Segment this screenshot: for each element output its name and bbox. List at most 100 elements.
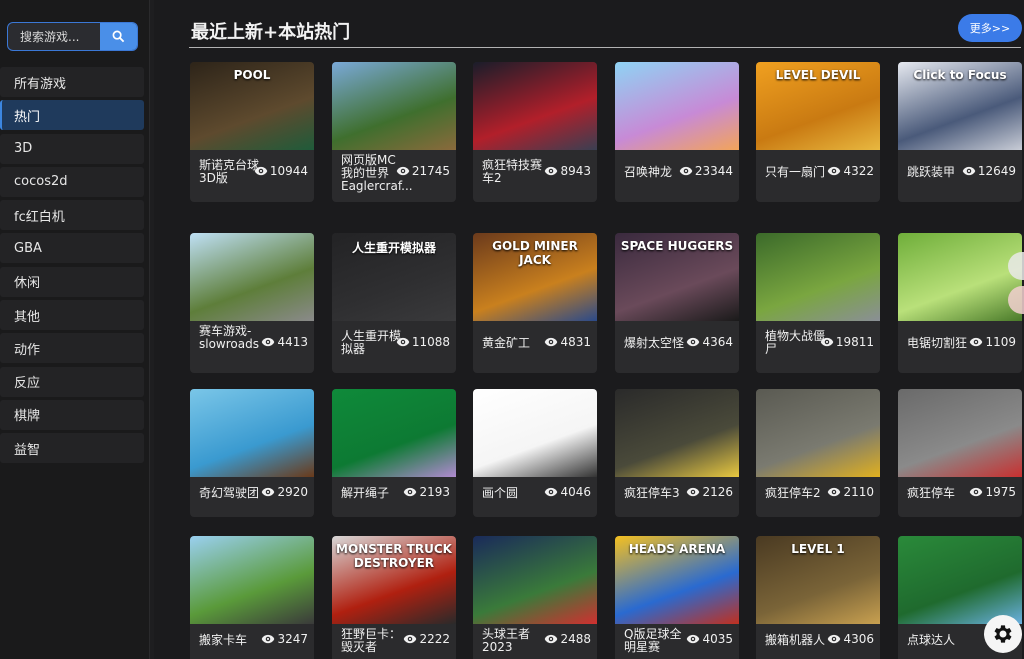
game-name[interactable]: 电锯切割狂 [907,337,969,350]
game-thumbnail[interactable] [756,233,880,321]
sidebar-item[interactable]: 3D [0,134,144,164]
sidebar-item[interactable]: 益智 [0,433,144,463]
game-name[interactable]: 头球王者2023 [482,628,544,654]
eye-icon [544,337,558,347]
game-name[interactable]: 黄金矿工 [482,337,544,350]
game-card[interactable]: 疯狂停车32126 [615,389,739,517]
game-name[interactable]: 疯狂特技赛车2 [482,159,544,185]
game-thumbnail[interactable] [190,233,314,321]
game-thumbnail[interactable]: GOLD MINER JACK [473,233,597,321]
game-thumbnail[interactable] [190,389,314,477]
game-name[interactable]: 人生重开模拟器 [341,330,403,356]
game-thumbnail[interactable] [898,233,1022,321]
game-thumbnail[interactable]: 人生重开模拟器 [332,233,456,321]
game-name[interactable]: 狂野巨卡：毁灭者 [341,628,403,654]
game-name[interactable]: 搬箱机器人 [765,634,827,647]
game-card[interactable]: 画个圆4046 [473,389,597,517]
game-thumbnail[interactable]: SPACE HUGGERS [615,233,739,321]
game-card[interactable]: 疯狂停车22110 [756,389,880,517]
sidebar-item[interactable]: fc红白机 [0,200,144,230]
game-card[interactable]: LEVEL DEVIL 只有一扇门4322 [756,62,880,202]
game-name[interactable]: 斯诺克台球3D版 [199,159,261,185]
search-button[interactable] [100,23,137,50]
game-name[interactable]: 网页版MC我的世界Eaglercraf... [341,154,403,193]
game-name[interactable]: 疯狂停车2 [765,487,827,500]
view-count: 3247 [261,632,308,646]
game-card[interactable]: LEVEL 1 搬箱机器人 4306 [756,536,880,659]
game-thumbnail[interactable] [898,389,1022,477]
game-thumbnail[interactable] [332,389,456,477]
eye-icon [827,166,841,176]
game-name[interactable]: Q版足球全明星赛 [624,628,686,654]
view-count: 1975 [969,485,1016,499]
game-card[interactable]: 解开绳子2193 [332,389,456,517]
sidebar-item[interactable]: 动作 [0,333,144,363]
view-count: 8943 [544,164,591,178]
sidebar-item[interactable]: 休闲 [0,267,144,297]
game-card[interactable]: GOLD MINER JACK黄金矿工4831 [473,233,597,373]
game-name[interactable]: 召唤神龙 [624,166,686,179]
game-name[interactable]: 植物大战僵尸 [765,330,827,356]
sidebar-item[interactable]: 其他 [0,300,144,330]
sidebar-item[interactable]: 反应 [0,367,144,397]
game-name[interactable]: 搬家卡车 [199,634,261,647]
game-card[interactable]: 召唤神龙23344 [615,62,739,202]
game-card[interactable]: 人生重开模拟器人生重开模拟器11088 [332,233,456,373]
settings-button[interactable] [984,615,1022,653]
search-input[interactable] [8,23,101,50]
game-name[interactable]: 爆射太空怪 [624,337,686,350]
view-count: 4322 [827,164,874,178]
game-card[interactable]: 赛车游戏-slowroads4413 [190,233,314,373]
sidebar-item[interactable]: 热门 [0,100,144,130]
game-card[interactable]: 头球王者20232488 [473,536,597,659]
game-name[interactable]: 跳跃装甲 [907,166,969,179]
sidebar-item[interactable]: 棋牌 [0,400,144,430]
game-thumbnail[interactable] [615,389,739,477]
game-thumbnail[interactable] [332,62,456,150]
game-thumbnail[interactable] [473,536,597,624]
game-name[interactable]: 奇幻驾驶团 [199,487,261,500]
game-thumbnail[interactable] [898,536,1022,624]
view-count-value: 4306 [843,632,874,646]
game-thumbnail[interactable]: MONSTER TRUCK DESTROYER [332,536,456,624]
game-name[interactable]: 画个圆 [482,487,544,500]
game-name[interactable]: 疯狂停车3 [624,487,686,500]
game-thumbnail[interactable] [473,62,597,150]
game-thumbnail[interactable] [190,536,314,624]
game-card[interactable]: MONSTER TRUCK DESTROYER狂野巨卡：毁灭者2222 [332,536,456,659]
game-thumbnail[interactable]: LEVEL 1 [756,536,880,624]
game-thumbnail[interactable]: POOL [190,62,314,150]
game-thumbnail[interactable] [756,389,880,477]
game-thumbnail[interactable]: HEADS ARENA [615,536,739,624]
game-name[interactable]: 赛车游戏-slowroads [199,325,261,351]
view-count-value: 8943 [560,164,591,178]
game-name[interactable]: 解开绳子 [341,487,403,500]
game-name[interactable]: 点球达人 [907,634,969,647]
game-thumbnail[interactable] [615,62,739,150]
game-card[interactable]: HEADS ARENAQ版足球全明星赛4035 [615,536,739,659]
game-card[interactable]: 电锯切割狂1109 [898,233,1022,373]
game-name[interactable]: 只有一扇门 [765,166,827,179]
eye-icon [396,337,410,347]
eye-icon [686,487,700,497]
game-card[interactable]: SPACE HUGGERS爆射太空怪4364 [615,233,739,373]
game-thumbnail[interactable]: LEVEL DEVIL [756,62,880,150]
game-name[interactable]: 疯狂停车 [907,487,969,500]
sidebar-item[interactable]: 所有游戏 [0,67,144,97]
game-card[interactable]: 疯狂特技赛车2 8943 [473,62,597,202]
game-card[interactable]: POOL斯诺克台球3D版10944 [190,62,314,202]
game-thumbnail[interactable]: Click to Focus [898,62,1022,150]
more-button[interactable]: 更多>> [958,14,1022,42]
thumbnail-title-art: GOLD MINER JACK [477,239,593,267]
game-card[interactable]: 植物大战僵尸19811 [756,233,880,373]
eye-icon [827,487,841,497]
sidebar-item[interactable]: GBA [0,233,144,263]
game-card[interactable]: 网页版MC我的世界Eaglercraf...21745 [332,62,456,202]
sidebar-item[interactable]: cocos2d [0,167,144,197]
thumbnail-title-art: POOL [194,68,310,82]
game-card[interactable]: 疯狂停车1975 [898,389,1022,517]
game-card[interactable]: 搬家卡车3247 [190,536,314,659]
game-thumbnail[interactable] [473,389,597,477]
game-card[interactable]: 奇幻驾驶团2920 [190,389,314,517]
game-card[interactable]: Click to Focus跳跃装甲12649 [898,62,1022,202]
